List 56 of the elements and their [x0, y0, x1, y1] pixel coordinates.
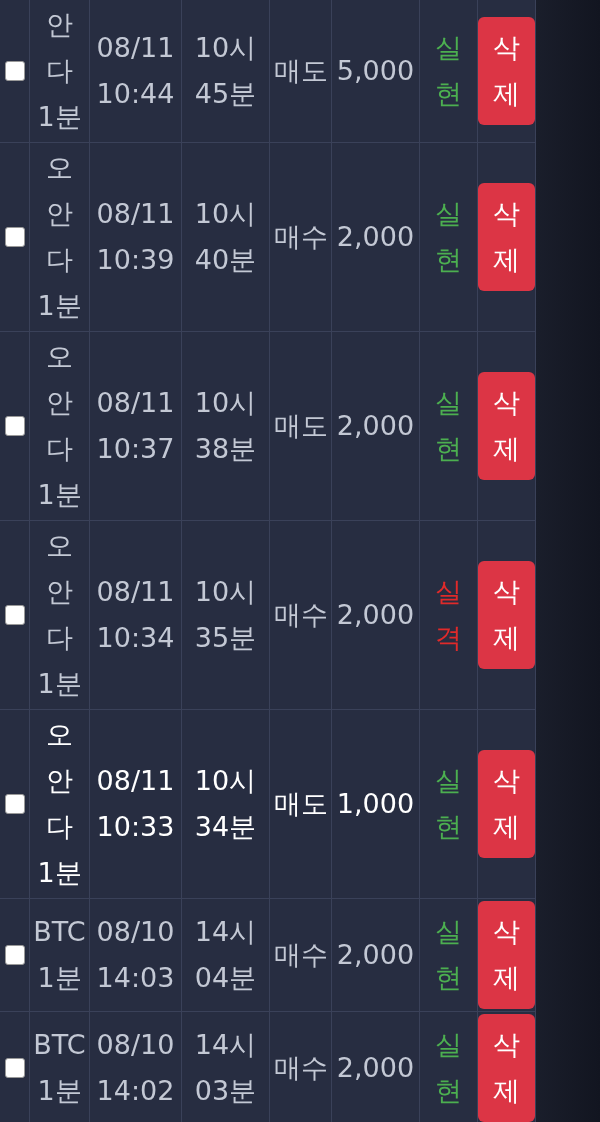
side-text: 매도: [273, 409, 328, 443]
time-text: 14시 04분: [194, 915, 257, 995]
side-text: 매도: [273, 54, 328, 88]
date-text: 08/10 14:03: [96, 915, 175, 995]
date-text: 08/10 14:02: [96, 1028, 175, 1108]
symbol-text: 오안다1분: [37, 529, 82, 701]
symbol-text: 오안다1분: [37, 718, 82, 890]
row-checkbox[interactable]: [4, 605, 25, 625]
delete-button[interactable]: 삭제: [478, 901, 535, 1009]
time-text: 10시 40분: [194, 197, 257, 277]
delete-button[interactable]: 삭제: [478, 1014, 535, 1122]
row-checkbox[interactable]: [4, 794, 25, 814]
row-checkbox[interactable]: [4, 416, 25, 436]
date-text: 08/11 10:37: [96, 386, 175, 466]
symbol-text: 오안다1분: [37, 340, 82, 512]
result-text: 실현: [434, 31, 463, 111]
symbol-text: BTC1분: [33, 1028, 86, 1108]
delete-button[interactable]: 삭제: [478, 17, 535, 125]
result-text: 실현: [434, 1028, 463, 1108]
side-text: 매수: [273, 220, 328, 254]
delete-button[interactable]: 삭제: [478, 750, 535, 858]
amount-text: 1,000: [336, 787, 415, 821]
result-text: 실현: [434, 197, 463, 277]
symbol-text: BTC1분: [33, 915, 86, 995]
result-text: 실현: [434, 915, 463, 995]
time-text: 14시 03분: [194, 1028, 257, 1108]
time-text: 10시 34분: [194, 764, 257, 844]
result-text: 실격: [434, 575, 463, 655]
date-text: 08/11 10:33: [96, 764, 175, 844]
side-text: 매도: [273, 787, 328, 821]
amount-text: 2,000: [336, 598, 415, 632]
symbol-text: 안다1분: [37, 8, 82, 134]
amount-text: 2,000: [336, 938, 415, 972]
amount-text: 2,000: [336, 1051, 415, 1085]
delete-button[interactable]: 삭제: [478, 183, 535, 291]
amount-text: 5,000: [336, 54, 415, 88]
row-checkbox[interactable]: [4, 227, 25, 247]
side-text: 매수: [273, 938, 328, 972]
amount-text: 2,000: [336, 220, 415, 254]
symbol-text: 오안다1분: [37, 151, 82, 323]
row-checkbox[interactable]: [4, 1058, 25, 1078]
row-checkbox[interactable]: [4, 945, 25, 965]
time-text: 10시 38분: [194, 386, 257, 466]
side-text: 매수: [273, 1051, 328, 1085]
row-checkbox[interactable]: [4, 61, 25, 81]
date-text: 08/11 10:44: [96, 31, 175, 111]
amount-text: 2,000: [336, 409, 415, 443]
result-text: 실현: [434, 764, 463, 844]
delete-button[interactable]: 삭제: [478, 561, 535, 669]
date-text: 08/11 10:34: [96, 575, 175, 655]
delete-button[interactable]: 삭제: [478, 372, 535, 480]
side-text: 매수: [273, 598, 328, 632]
result-text: 실현: [434, 386, 463, 466]
date-text: 08/11 10:39: [96, 197, 175, 277]
time-text: 10시 35분: [194, 575, 257, 655]
time-text: 10시 45분: [194, 31, 257, 111]
